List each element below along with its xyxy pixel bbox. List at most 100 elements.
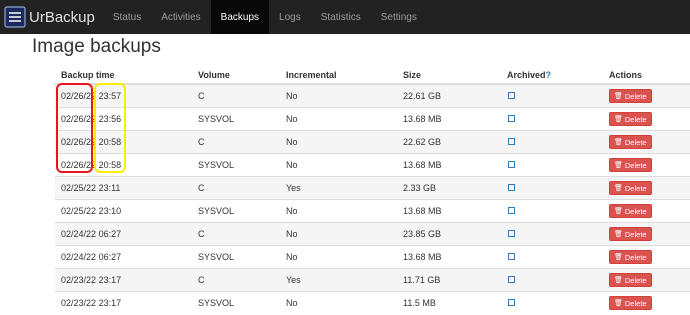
trash-icon: 🗑: [614, 231, 623, 238]
cell-size: 13.68 MB: [397, 199, 501, 223]
cell-size: 13.68 MB: [397, 245, 501, 269]
header-archived-label: Archived: [507, 69, 546, 80]
backup-date: 02/24/22: [61, 229, 97, 239]
archive-checkbox[interactable]: [508, 299, 515, 306]
table-header-row: Backup time Volume Incremental Size Arch…: [55, 66, 690, 85]
trash-icon: 🗑: [614, 277, 623, 284]
backup-date: 02/24/22: [61, 252, 97, 262]
table-row[interactable]: 02/26/22 23:57 C No 22.61 GB 🗑 Delete: [55, 83, 690, 108]
archived-help-link[interactable]: ?: [546, 70, 552, 80]
cell-actions: 🗑 Delete: [603, 291, 690, 314]
archive-checkbox[interactable]: [508, 230, 515, 237]
cell-archived: [501, 268, 603, 292]
cell-volume: C: [192, 83, 280, 108]
table-row[interactable]: 02/24/22 06:27 C No 23.85 GB 🗑 Delete: [55, 222, 690, 246]
delete-button-label: Delete: [624, 114, 647, 124]
brand-name: UrBackup: [29, 8, 95, 26]
table-row[interactable]: 02/25/22 23:10 SYSVOL No 13.68 MB 🗑 Delete: [55, 199, 690, 223]
cell-archived: [501, 199, 603, 223]
cell-backup-time: 02/23/22 23:17: [55, 268, 192, 292]
cell-volume: SYSVOL: [192, 153, 280, 177]
header-actions: Actions: [603, 66, 690, 85]
time-highlight-box: [94, 83, 126, 173]
backup-date: 02/23/22: [61, 298, 97, 308]
cell-actions: 🗑 Delete: [603, 130, 690, 154]
archive-checkbox[interactable]: [508, 92, 515, 99]
delete-button[interactable]: 🗑 Delete: [609, 296, 652, 310]
delete-button-label: Delete: [624, 91, 647, 101]
backup-clock-time: 23:11: [98, 183, 121, 193]
cell-incremental: No: [280, 222, 397, 246]
delete-button[interactable]: 🗑 Delete: [609, 135, 652, 149]
header-size[interactable]: Size: [397, 66, 501, 85]
cell-archived: [501, 130, 603, 154]
brand[interactable]: UrBackup: [0, 0, 103, 34]
table-row[interactable]: 02/25/22 23:11 C Yes 2.33 GB 🗑 Delete: [55, 176, 690, 200]
nav-logs[interactable]: Logs: [269, 0, 311, 34]
header-archived: Archived?: [501, 66, 603, 85]
cell-size: 2.33 GB: [397, 176, 501, 200]
cell-actions: 🗑 Delete: [603, 153, 690, 177]
nav-settings[interactable]: Settings: [371, 0, 427, 34]
delete-button-label: Delete: [624, 160, 647, 170]
delete-button-label: Delete: [624, 229, 647, 239]
backup-date: 02/23/22: [61, 275, 97, 285]
table-row[interactable]: 02/24/22 06:27 SYSVOL No 13.68 MB 🗑 Delete: [55, 245, 690, 269]
nav-status[interactable]: Status: [103, 0, 151, 34]
delete-button[interactable]: 🗑 Delete: [609, 273, 652, 287]
table-row[interactable]: 02/23/22 23:17 C Yes 11.71 GB 🗑 Delete: [55, 268, 690, 292]
delete-button[interactable]: 🗑 Delete: [609, 204, 652, 218]
trash-icon: 🗑: [614, 162, 623, 169]
delete-button[interactable]: 🗑 Delete: [609, 250, 652, 264]
cell-volume: SYSVOL: [192, 107, 280, 131]
nav-statistics[interactable]: Statistics: [311, 0, 371, 34]
delete-button[interactable]: 🗑 Delete: [609, 227, 652, 241]
archive-checkbox[interactable]: [508, 115, 515, 122]
archive-checkbox[interactable]: [508, 184, 515, 191]
cell-size: 11.5 MB: [397, 291, 501, 314]
delete-button[interactable]: 🗑 Delete: [609, 158, 652, 172]
delete-button[interactable]: 🗑 Delete: [609, 181, 652, 195]
cell-backup-time: 02/24/22 06:27: [55, 245, 192, 269]
trash-icon: 🗑: [614, 139, 623, 146]
archive-checkbox[interactable]: [508, 161, 515, 168]
trash-icon: 🗑: [614, 254, 623, 261]
cell-incremental: No: [280, 107, 397, 131]
table-row[interactable]: 02/26/22 20:58 SYSVOL No 13.68 MB 🗑 Delete: [55, 153, 690, 177]
archive-checkbox[interactable]: [508, 138, 515, 145]
table-row[interactable]: 02/26/22 20:58 C No 22.62 GB 🗑 Delete: [55, 130, 690, 154]
cell-backup-time: 02/25/22 23:11: [55, 176, 192, 200]
archive-checkbox[interactable]: [508, 207, 515, 214]
cell-size: 13.68 MB: [397, 153, 501, 177]
header-backup-time[interactable]: Backup time: [55, 66, 192, 85]
backup-date: 02/25/22: [61, 206, 97, 216]
backup-clock-time: 06:27: [98, 252, 122, 262]
delete-button-label: Delete: [624, 137, 647, 147]
cell-volume: SYSVOL: [192, 245, 280, 269]
cell-backup-time: 02/24/22 06:27: [55, 222, 192, 246]
cell-size: 22.61 GB: [397, 83, 501, 108]
cell-volume: C: [192, 176, 280, 200]
archive-checkbox[interactable]: [508, 276, 515, 283]
header-incremental[interactable]: Incremental: [280, 66, 397, 85]
backup-clock-time: 23:17: [98, 275, 122, 285]
page-title: Image backups: [32, 36, 161, 57]
archive-checkbox[interactable]: [508, 253, 515, 260]
table-row[interactable]: 02/26/22 23:56 SYSVOL No 13.68 MB 🗑 Delete: [55, 107, 690, 131]
table-row[interactable]: 02/23/22 23:17 SYSVOL No 11.5 MB 🗑 Delete: [55, 291, 690, 314]
delete-button-label: Delete: [624, 252, 647, 262]
delete-button[interactable]: 🗑 Delete: [609, 112, 652, 126]
cell-size: 22.62 GB: [397, 130, 501, 154]
cell-archived: [501, 153, 603, 177]
cell-incremental: No: [280, 245, 397, 269]
nav-backups[interactable]: Backups: [210, 0, 270, 34]
backup-date: 02/25/22: [61, 183, 97, 193]
cell-actions: 🗑 Delete: [603, 245, 690, 269]
cell-archived: [501, 291, 603, 314]
header-volume[interactable]: Volume: [192, 66, 280, 85]
backup-clock-time: 23:17: [98, 298, 122, 308]
trash-icon: 🗑: [614, 116, 623, 123]
top-navbar: UrBackup Status Activities Backups Logs …: [0, 0, 690, 34]
delete-button[interactable]: 🗑 Delete: [609, 89, 652, 103]
nav-activities[interactable]: Activities: [151, 0, 210, 34]
